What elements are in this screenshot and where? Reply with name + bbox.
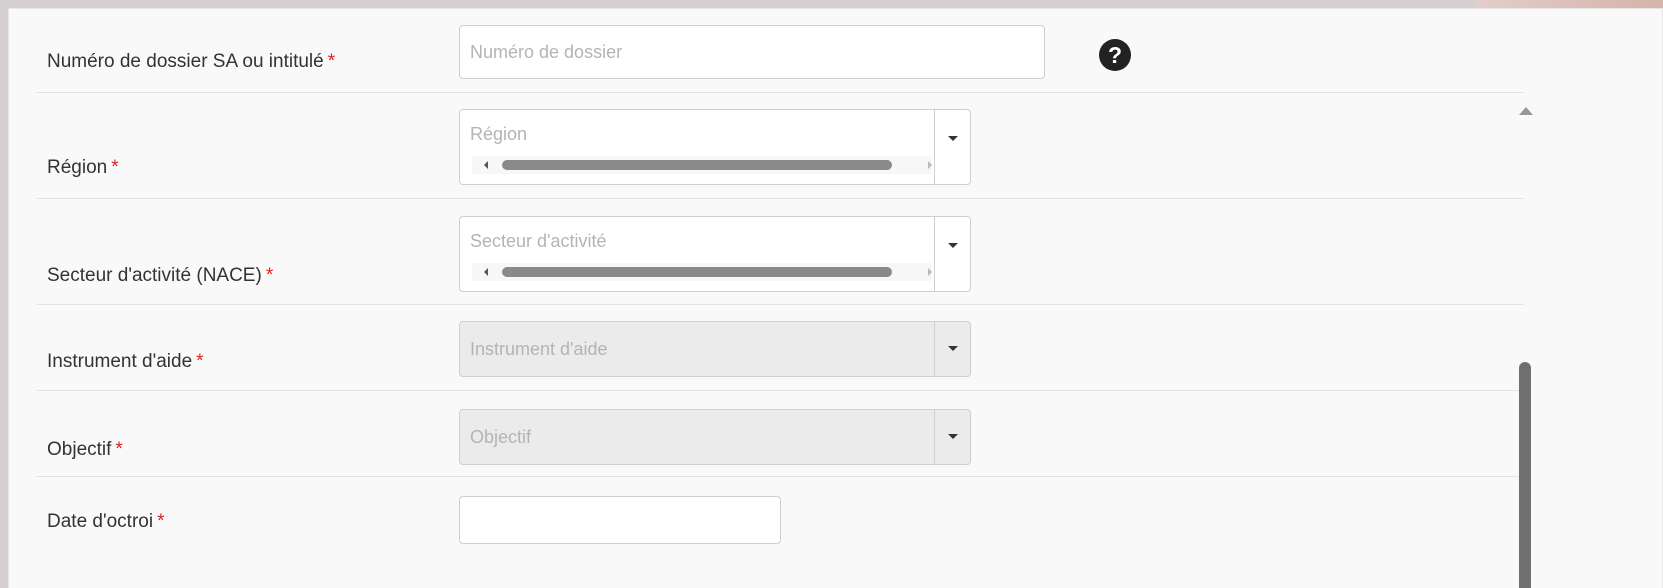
caret-down-icon	[948, 136, 958, 141]
caret-down-icon	[948, 434, 958, 439]
date-input[interactable]	[459, 496, 781, 544]
dossier-label: Numéro de dossier SA ou intitulé *	[47, 51, 336, 72]
secteur-horizontal-scrollbar[interactable]	[472, 263, 932, 281]
instrument-label: Instrument d'aide *	[47, 351, 204, 372]
scroll-up-icon[interactable]	[1519, 107, 1533, 115]
secteur-placeholder: Secteur d'activité	[470, 231, 607, 251]
secteur-select[interactable]: Secteur d'activité	[459, 216, 971, 292]
objectif-select[interactable]: Objectif	[459, 409, 971, 465]
required-marker: *	[157, 511, 165, 532]
caret-down-icon	[948, 346, 958, 351]
required-marker: *	[327, 51, 336, 72]
instrument-select[interactable]: Instrument d'aide	[459, 321, 971, 377]
region-dropdown-toggle[interactable]	[934, 110, 970, 184]
form-row-objectif: Objectif * Objectif	[37, 391, 1524, 477]
region-select[interactable]: Région	[459, 109, 971, 185]
instrument-dropdown-toggle[interactable]	[934, 322, 970, 376]
required-marker: *	[115, 439, 123, 460]
form-panel: Numéro de dossier SA ou intitulé * Numéro…	[8, 8, 1663, 588]
scroll-thumb[interactable]	[502, 160, 892, 170]
caret-down-icon	[948, 243, 958, 248]
instrument-placeholder: Instrument d'aide	[470, 339, 608, 359]
scroll-left-icon[interactable]	[484, 268, 488, 276]
dossier-placeholder: Numéro de dossier	[470, 42, 623, 62]
required-marker: *	[196, 351, 204, 372]
scroll-right-icon[interactable]	[928, 268, 932, 276]
scroll-right-icon[interactable]	[928, 161, 932, 169]
form-row-secteur: Secteur d'activité (NACE) * Secteur d'act…	[37, 199, 1524, 305]
region-horizontal-scrollbar[interactable]	[472, 156, 932, 174]
region-label: Région *	[47, 157, 119, 178]
objectif-dropdown-toggle[interactable]	[934, 410, 970, 464]
form-row-date: Date d'octroi *	[37, 477, 1524, 588]
secteur-dropdown-toggle[interactable]	[934, 217, 970, 291]
form-row-instrument: Instrument d'aide * Instrument d'aide	[37, 305, 1524, 391]
objectif-placeholder: Objectif	[470, 427, 532, 447]
vertical-scroll-thumb[interactable]	[1519, 362, 1531, 588]
required-marker: *	[111, 157, 119, 178]
scroll-thumb[interactable]	[502, 267, 892, 277]
form-row-dossier: Numéro de dossier SA ou intitulé * Numéro…	[37, 9, 1524, 93]
date-label: Date d'octroi *	[47, 511, 165, 532]
required-marker: *	[265, 265, 274, 286]
form-row-region: Région * Région	[37, 93, 1524, 199]
objectif-label: Objectif *	[47, 439, 123, 460]
dossier-input[interactable]: Numéro de dossier	[459, 25, 1045, 79]
scroll-left-icon[interactable]	[484, 161, 488, 169]
region-placeholder: Région	[470, 124, 528, 144]
question-circle-icon[interactable]: ?	[1099, 39, 1131, 71]
secteur-label: Secteur d'activité (NACE) *	[47, 265, 274, 286]
